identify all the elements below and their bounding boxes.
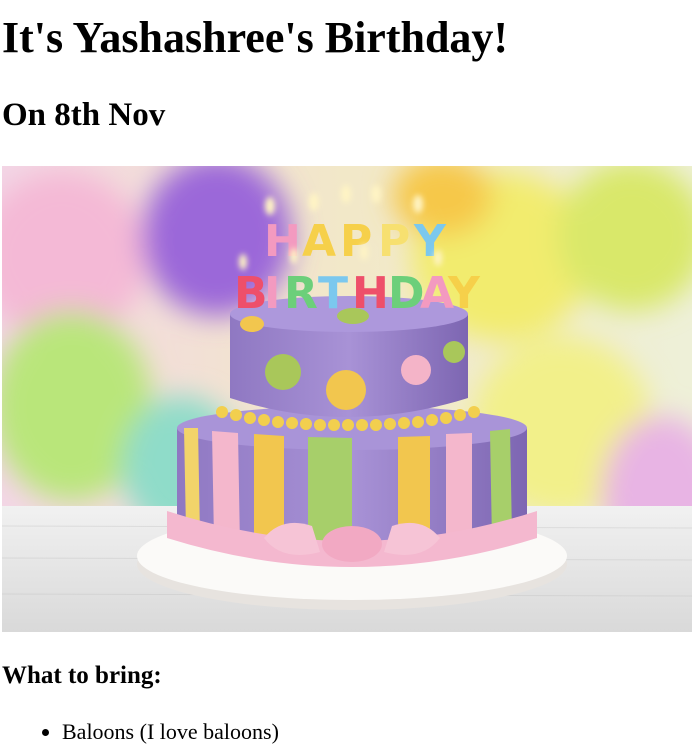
birthday-cake-image: H A P P Y B I R T H D A Y [2,166,692,632]
svg-text:I: I [264,268,280,319]
what-to-bring-heading: What to bring: [2,662,162,689]
svg-text:T: T [318,268,348,319]
bring-list: Baloons (I love baloons) [0,716,279,748]
svg-text:H: H [352,268,389,319]
event-date: On 8th Nov [2,97,166,133]
svg-text:Y: Y [447,268,481,319]
svg-text:P: P [340,216,372,267]
list-item: Baloons (I love baloons) [62,716,279,748]
svg-text:B: B [234,268,268,319]
svg-text:R: R [284,268,318,319]
page-title: It's Yashashree's Birthday! [2,13,509,62]
svg-text:P: P [378,216,410,267]
svg-text:A: A [302,216,336,267]
